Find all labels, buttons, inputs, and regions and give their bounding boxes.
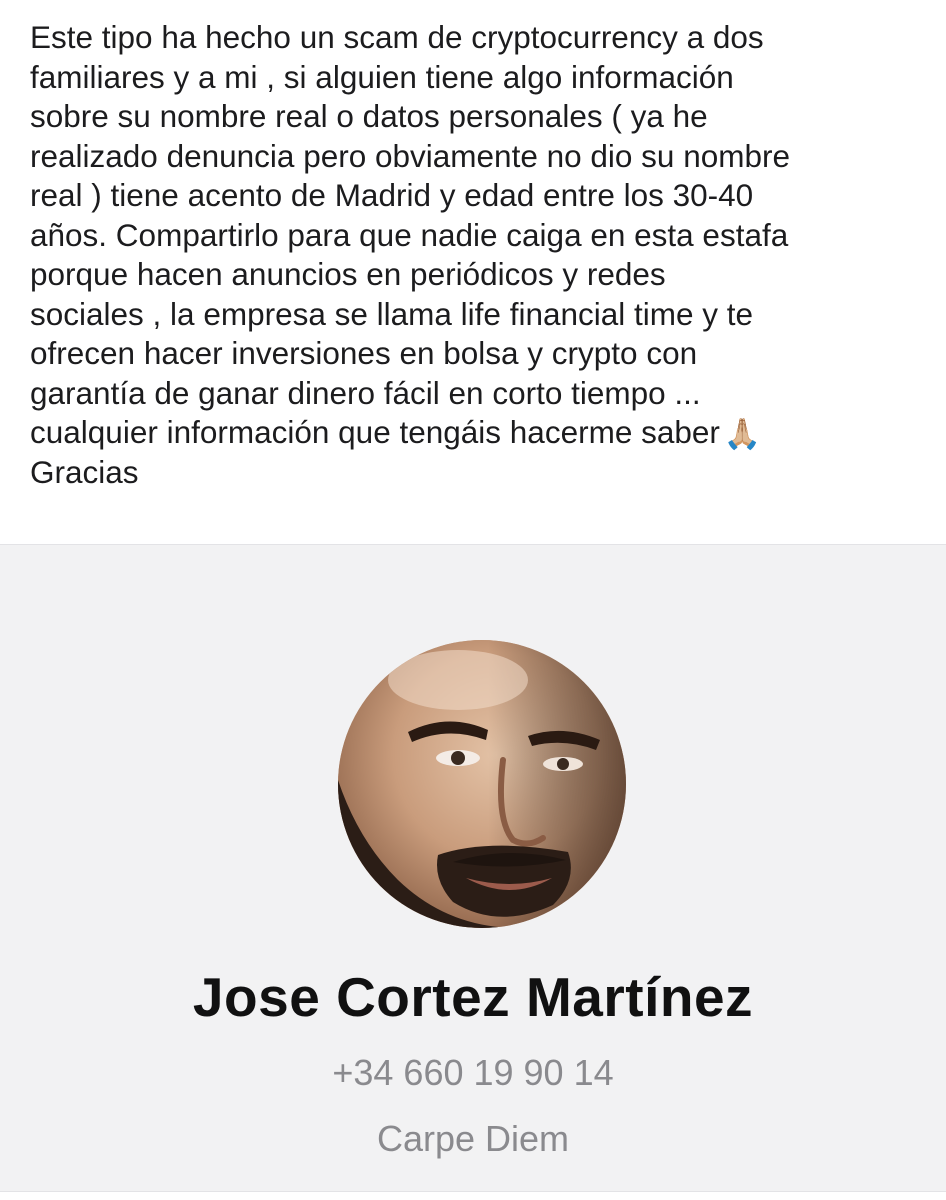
contact-card: Jose Cortez Martínez +34 660 19 90 14 Ca… xyxy=(0,544,946,1192)
post-message: Este tipo ha hecho un scam de cryptocurr… xyxy=(30,19,790,450)
avatar[interactable] xyxy=(338,640,626,928)
post-text: Este tipo ha hecho un scam de cryptocurr… xyxy=(30,18,920,492)
contact-name: Jose Cortez Martínez xyxy=(192,966,754,1028)
contact-phone[interactable]: +34 660 19 90 14 xyxy=(0,1052,946,1094)
praying-hands-icon: 🙏🏼 xyxy=(723,417,762,451)
profile-photo-icon xyxy=(338,640,626,928)
post-closing: Gracias xyxy=(30,453,139,490)
contact-status: Carpe Diem xyxy=(376,1118,570,1159)
